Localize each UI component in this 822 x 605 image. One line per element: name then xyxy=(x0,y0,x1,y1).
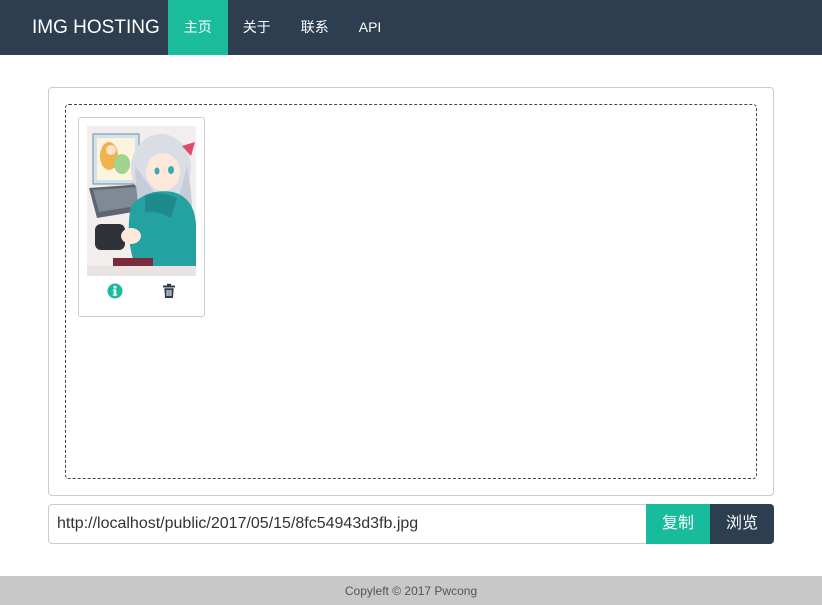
copy-button[interactable]: 复制 xyxy=(646,504,710,544)
footer-copyright: Copyleft © 2017 Pwcong xyxy=(344,584,478,598)
navbar: IMG HOSTING 主页 关于 联系 API xyxy=(0,0,822,55)
info-icon[interactable] xyxy=(107,283,123,299)
thumbnail-actions xyxy=(79,281,206,301)
url-input-group: 复制 浏览 xyxy=(48,504,774,544)
footer: Copyleft © 2017 Pwcong xyxy=(0,576,822,605)
trash-icon[interactable] xyxy=(161,283,177,299)
nav-item-home[interactable]: 主页 xyxy=(167,0,228,55)
nav-item-about[interactable]: 关于 xyxy=(228,0,286,55)
view-button[interactable]: 浏览 xyxy=(710,504,774,544)
image-thumbnail-card xyxy=(78,117,205,317)
uploaded-image-preview[interactable] xyxy=(87,126,196,276)
upload-dropzone[interactable] xyxy=(65,104,757,479)
upload-panel xyxy=(48,87,774,496)
image-url-field[interactable] xyxy=(48,504,646,544)
brand-logo[interactable]: IMG HOSTING xyxy=(0,0,168,55)
nav-item-contact[interactable]: 联系 xyxy=(286,0,344,55)
nav-item-api[interactable]: API xyxy=(344,0,397,55)
